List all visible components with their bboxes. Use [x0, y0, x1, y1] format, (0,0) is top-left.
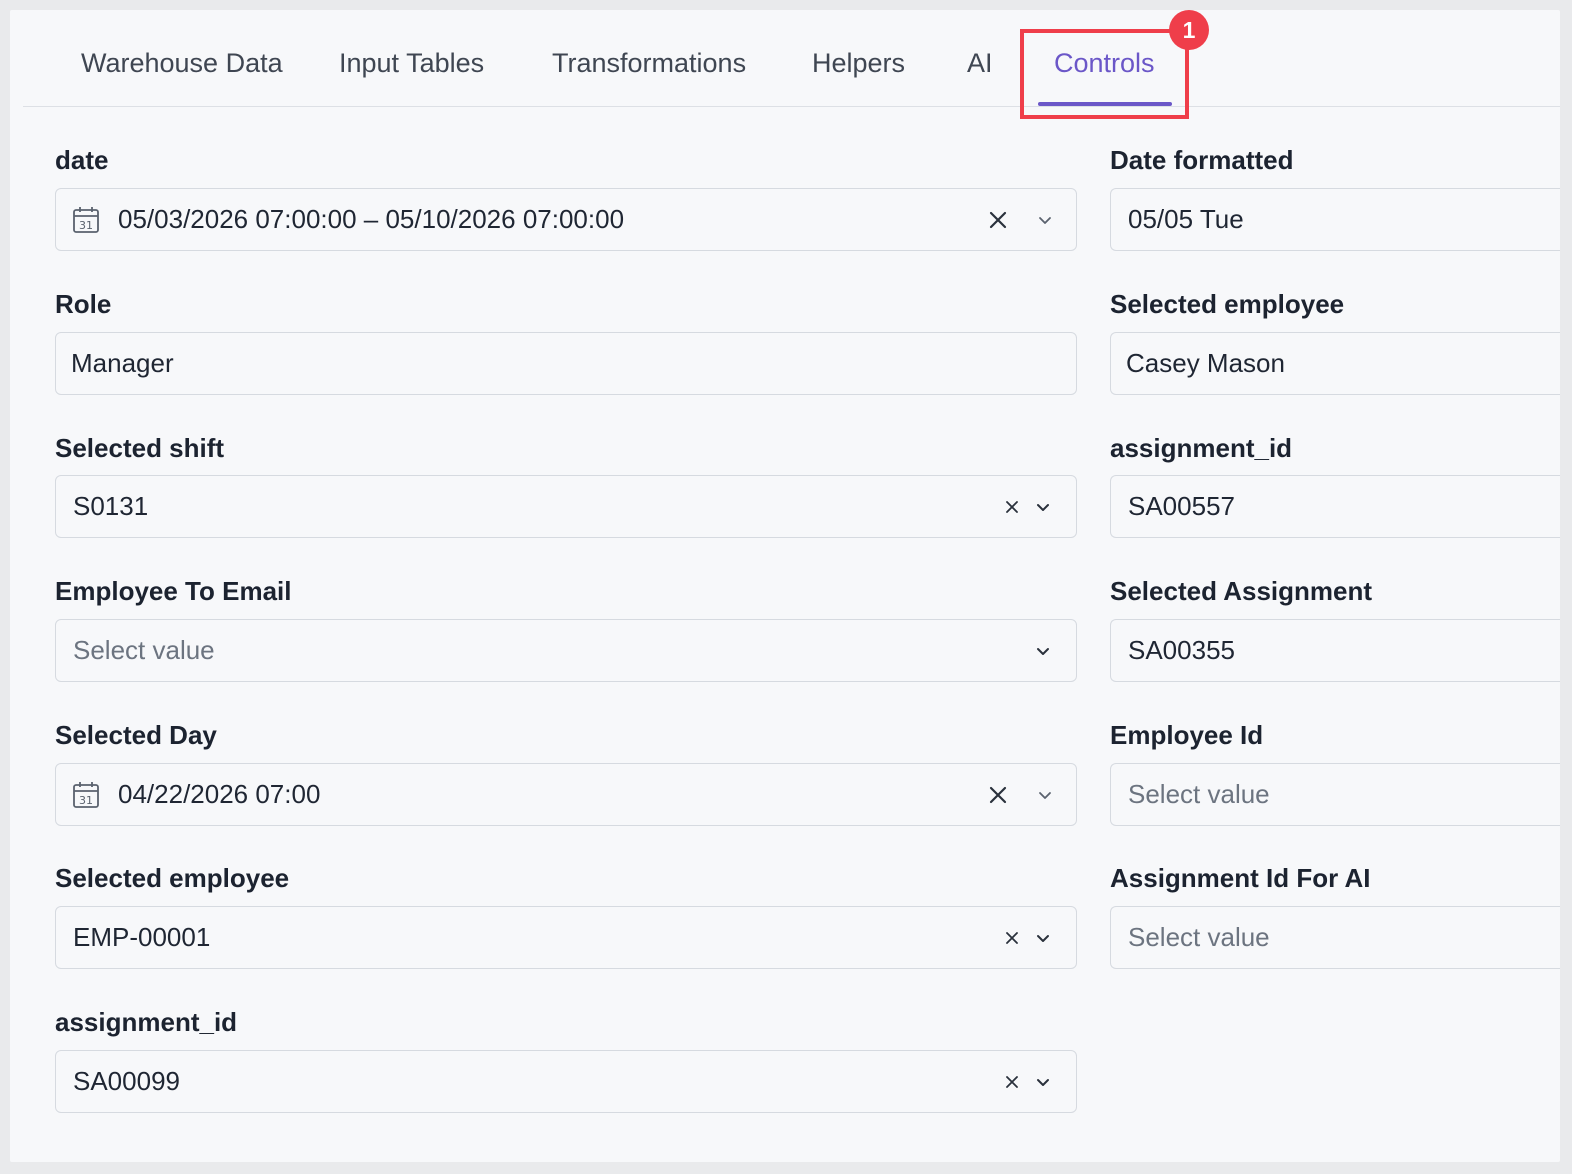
chevron-down-icon[interactable]: [1031, 1070, 1055, 1094]
employee-to-email-placeholder: Select value: [73, 635, 215, 665]
controls-panel: Warehouse Data Input Tables Transformati…: [10, 10, 1560, 1162]
employee-id-label: Employee Id: [1110, 720, 1264, 750]
date-range-value: 05/03/2026 07:00:00 – 05/10/2026 07:00:0…: [118, 204, 625, 234]
employee-id-field[interactable]: Select value: [1110, 763, 1560, 826]
svg-text:31: 31: [79, 794, 93, 807]
selected-employee-name-label: Selected employee: [1110, 289, 1345, 319]
clear-icon[interactable]: [1000, 495, 1024, 519]
tab-helpers[interactable]: Helpers: [812, 48, 905, 82]
selected-day-label: Selected Day: [55, 720, 217, 750]
selected-employee-name-value: Casey Mason: [1126, 348, 1285, 378]
selected-assignment-label: Selected Assignment: [1110, 576, 1373, 606]
assignment-id-value: SA00099: [73, 1066, 180, 1096]
selected-employee-name-field[interactable]: Casey Mason: [1110, 332, 1560, 395]
role-value: Manager: [71, 348, 174, 378]
chevron-down-icon[interactable]: [1031, 495, 1055, 519]
selected-employee-select[interactable]: EMP-00001: [55, 906, 1077, 969]
date-formatted-value: 05/05 Tue: [1128, 204, 1244, 234]
clear-icon[interactable]: [1000, 926, 1024, 950]
selected-shift-label: Selected shift: [55, 433, 225, 463]
tab-transformations[interactable]: Transformations: [552, 48, 746, 82]
clear-icon[interactable]: [986, 783, 1010, 807]
chevron-down-icon[interactable]: [1031, 639, 1055, 663]
employee-id-placeholder: Select value: [1128, 779, 1270, 809]
tab-bar: Warehouse Data Input Tables Transformati…: [23, 10, 1560, 107]
assignment-id-right-value: SA00557: [1128, 491, 1235, 521]
selected-assignment-value: SA00355: [1128, 635, 1235, 665]
date-label: date: [55, 145, 109, 175]
annotation-badge: 1: [1169, 10, 1209, 50]
role-label: Role: [55, 289, 112, 319]
chevron-down-icon[interactable]: [1031, 926, 1055, 950]
selected-employee-value: EMP-00001: [73, 922, 211, 952]
assignment-id-right-field[interactable]: SA00557: [1110, 475, 1560, 538]
chevron-down-icon[interactable]: [1033, 208, 1057, 232]
calendar-icon: 31: [73, 207, 99, 233]
selected-employee-label: Selected employee: [55, 863, 290, 893]
assignment-id-right-label: assignment_id: [1110, 433, 1293, 463]
date-formatted-field[interactable]: 05/05 Tue: [1110, 188, 1560, 251]
tab-warehouse-data[interactable]: Warehouse Data: [81, 48, 283, 82]
tab-ai[interactable]: AI: [967, 48, 993, 82]
assignment-id-for-ai-label: Assignment Id For AI: [1110, 863, 1371, 893]
assignment-id-for-ai-placeholder: Select value: [1128, 922, 1270, 952]
selected-day-field[interactable]: 31 04/22/2026 07:00: [55, 763, 1077, 826]
assignment-id-for-ai-field[interactable]: Select value: [1110, 906, 1560, 969]
assignment-id-select[interactable]: SA00099: [55, 1050, 1077, 1113]
svg-text:31: 31: [79, 219, 93, 232]
tab-input-tables[interactable]: Input Tables: [339, 48, 484, 82]
calendar-icon: 31: [73, 782, 99, 808]
selected-shift-value: S0131: [73, 491, 149, 521]
clear-icon[interactable]: [986, 208, 1010, 232]
selected-day-value: 04/22/2026 07:00: [118, 779, 321, 809]
date-range-field[interactable]: 31 05/03/2026 07:00:00 – 05/10/2026 07:0…: [55, 188, 1077, 251]
selected-shift-select[interactable]: S0131: [55, 475, 1077, 538]
clear-icon[interactable]: [1000, 1070, 1024, 1094]
employee-to-email-label: Employee To Email: [55, 576, 292, 606]
selected-assignment-field[interactable]: SA00355: [1110, 619, 1560, 682]
date-formatted-label: Date formatted: [1110, 145, 1294, 175]
assignment-id-label: assignment_id: [55, 1007, 238, 1037]
chevron-down-icon[interactable]: [1033, 783, 1057, 807]
employee-to-email-select[interactable]: Select value: [55, 619, 1077, 682]
role-input[interactable]: Manager: [55, 332, 1077, 395]
annotation-highlight-box: [1020, 29, 1189, 119]
